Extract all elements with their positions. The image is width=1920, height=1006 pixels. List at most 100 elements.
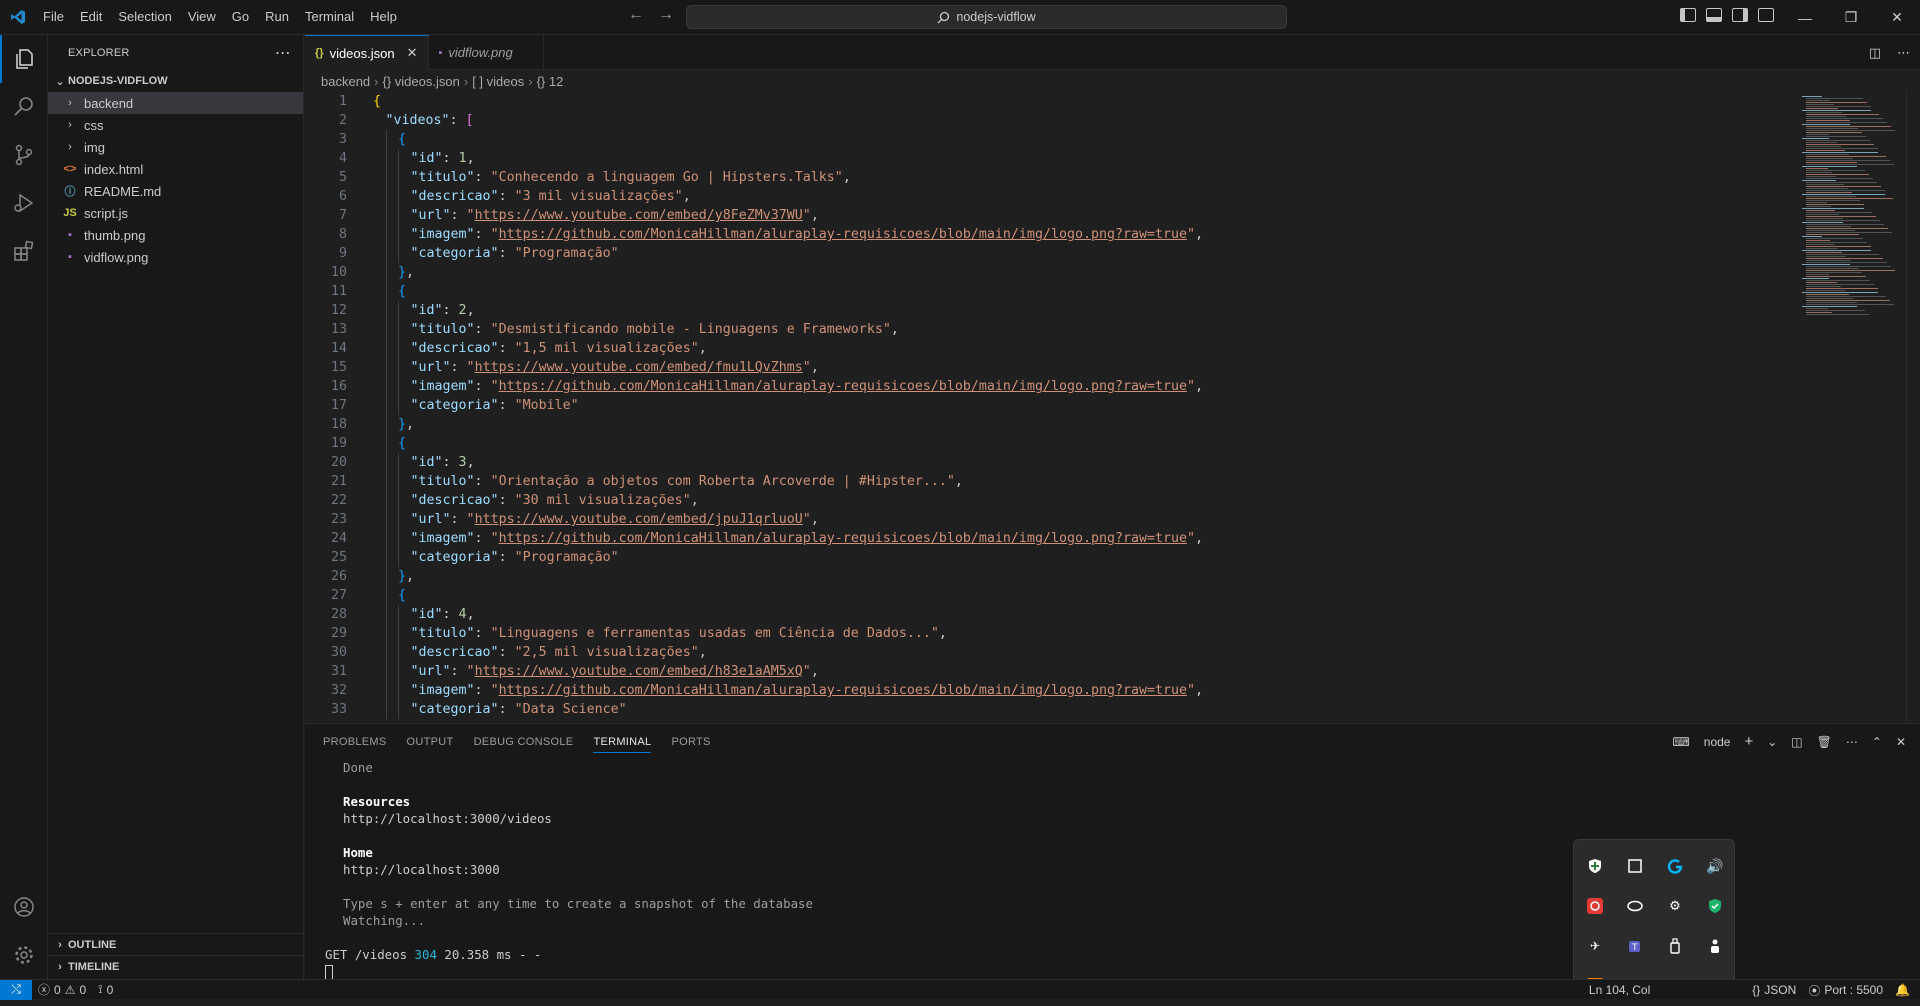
editor-scrollbar[interactable] [1906, 92, 1920, 723]
check-shield-icon[interactable] [1695, 886, 1735, 926]
breadcrumb-item[interactable]: backend [321, 74, 370, 89]
menu-selection[interactable]: Selection [110, 5, 179, 29]
minimap[interactable] [1796, 92, 1906, 372]
terminal-output[interactable]: Done Resources http://localhost:3000/vid… [325, 759, 813, 980]
menu-edit[interactable]: Edit [72, 5, 110, 29]
cloud-link-icon[interactable] [1615, 886, 1655, 926]
restore-icon[interactable]: ❐ [1828, 0, 1874, 35]
trash-icon[interactable]: 🗑 [1817, 735, 1832, 749]
tree-item-label: img [84, 139, 105, 155]
split-terminal-icon[interactable]: ◫ [1791, 735, 1802, 749]
source-control-activity-icon[interactable] [0, 131, 48, 179]
menu-run[interactable]: Run [257, 5, 297, 29]
cursor-position[interactable]: Ln 104, Col [1583, 983, 1656, 997]
command-center-search[interactable]: nodejs-vidflow [686, 5, 1287, 29]
menu-file[interactable]: File [35, 5, 72, 29]
panel-tab-output[interactable]: OUTPUT [397, 724, 464, 759]
json-link[interactable]: https://github.com/MonicaHillman/alurapl… [499, 531, 1187, 546]
tab-videos-json[interactable]: {} videos.json ✕ [305, 35, 429, 70]
file-item[interactable]: JS script.js [48, 202, 303, 224]
terminal-prompt[interactable] [325, 963, 813, 980]
json-link[interactable]: https://www.youtube.com/embed/y8FeZMv37W… [475, 208, 803, 223]
file-item[interactable]: ▪ vidflow.png [48, 246, 303, 268]
code-line: 30 "descricao": "2,5 mil visualizações", [305, 643, 1805, 662]
volume-icon[interactable]: 🔊 [1695, 846, 1735, 886]
language-mode[interactable]: {} JSON [1746, 983, 1802, 997]
toggle-panel-icon[interactable] [1706, 8, 1722, 22]
customize-layout-icon[interactable] [1758, 8, 1774, 22]
extensions-activity-icon[interactable] [0, 227, 48, 275]
more-actions-icon[interactable]: ⋯ [275, 43, 291, 63]
accounts-icon[interactable] [0, 883, 48, 931]
network-icon[interactable]: ⚙ [1655, 886, 1695, 926]
file-item[interactable]: ▪ thumb.png [48, 224, 303, 246]
split-editor-icon[interactable]: ◫ [1869, 45, 1881, 61]
json-link[interactable]: https://www.youtube.com/embed/h83e1aAM5x… [475, 664, 803, 679]
json-link[interactable]: https://github.com/MonicaHillman/alurapl… [499, 379, 1187, 394]
breadcrumb-item[interactable]: {} 12 [537, 74, 564, 89]
panel-tab-ports[interactable]: PORTS [661, 724, 720, 759]
breadcrumb-item[interactable]: [ ] videos [472, 74, 524, 89]
tab-vidflow-png[interactable]: ▪ vidflow.png [429, 35, 544, 70]
file-item[interactable]: <> index.html [48, 158, 303, 180]
folder-item[interactable]: › img [48, 136, 303, 158]
html-file-icon: <> [63, 163, 77, 175]
window-icon[interactable] [1615, 846, 1655, 886]
maximize-panel-icon[interactable]: ⌃ [1872, 735, 1882, 749]
vpn-icon[interactable]: ✈ [1575, 926, 1615, 966]
toggle-secondary-sidebar-icon[interactable] [1732, 8, 1748, 22]
menu-terminal[interactable]: Terminal [297, 5, 362, 29]
more-actions-icon[interactable]: ⋯ [1897, 45, 1910, 61]
live-server-port[interactable]: ⦿ Port : 5500 [1802, 982, 1889, 999]
json-link[interactable]: https://www.youtube.com/embed/jpuJ1qrluo… [475, 512, 803, 527]
outline-section[interactable]: › OUTLINE [48, 933, 304, 956]
teams-icon[interactable]: T [1615, 926, 1655, 966]
toggle-primary-sidebar-icon[interactable] [1680, 8, 1696, 22]
timeline-section[interactable]: › TIMELINE [48, 955, 304, 978]
breadcrumb-item[interactable]: {} videos.json [383, 74, 460, 89]
chevron-right-icon: › [58, 961, 62, 973]
code-editor[interactable]: 1{2 "videos": [3{4 "id": 1, 5 "titulo": "Con… [305, 92, 1805, 723]
folder-item[interactable]: › css [48, 114, 303, 136]
code-line: 1{ [305, 92, 1805, 111]
radio-tower-icon: ⟟ [98, 982, 103, 996]
person-icon[interactable] [1695, 926, 1735, 966]
panel-tab-problems[interactable]: PROBLEMS [313, 724, 397, 759]
chevron-right-icon: › [68, 97, 72, 109]
close-window-icon[interactable]: ✕ [1874, 0, 1920, 35]
more-actions-icon[interactable]: ⋯ [1846, 735, 1858, 749]
line-content: }, [347, 415, 414, 434]
folder-item[interactable]: › backend [48, 92, 303, 114]
security-shield-icon[interactable] [1575, 846, 1615, 886]
menu-help[interactable]: Help [362, 5, 405, 29]
close-tab-icon[interactable]: ✕ [407, 45, 418, 61]
notifications-bell-icon[interactable]: 🔔 [1889, 983, 1920, 997]
json-link[interactable]: https://www.youtube.com/embed/fmu1LQvZhm… [475, 360, 803, 375]
remote-indicator-icon[interactable]: ⤭ [0, 979, 32, 1000]
panel-tab-terminal[interactable]: TERMINAL [583, 724, 661, 759]
settings-gear-icon[interactable] [0, 931, 48, 979]
red-app-icon[interactable] [1575, 886, 1615, 926]
minimize-icon[interactable]: — [1782, 0, 1828, 35]
back-arrow-icon[interactable]: ← [628, 6, 644, 24]
terminal-name[interactable]: node [1704, 735, 1731, 749]
close-panel-icon[interactable]: ✕ [1896, 735, 1906, 749]
explorer-activity-icon[interactable] [0, 35, 48, 83]
file-item[interactable]: ⓘ README.md [48, 180, 303, 202]
json-link[interactable]: https://github.com/MonicaHillman/alurapl… [499, 683, 1187, 698]
usb-drive-icon[interactable] [1655, 926, 1695, 966]
chevron-down-icon[interactable]: ⌄ [1767, 735, 1777, 749]
code-line: 32 "imagem": "https://github.com/MonicaHi… [305, 681, 1805, 700]
new-terminal-icon[interactable]: + [1744, 733, 1753, 750]
ports-indicator[interactable]: ⟟ 0 [92, 982, 119, 997]
run-debug-activity-icon[interactable] [0, 179, 48, 227]
problems-indicator[interactable]: ⓧ 0 ⚠ 0 [32, 981, 92, 998]
panel-tab-debug-console[interactable]: DEBUG CONSOLE [464, 724, 584, 759]
menu-view[interactable]: View [180, 5, 224, 29]
menu-go[interactable]: Go [224, 5, 257, 29]
forward-arrow-icon[interactable]: → [658, 6, 674, 24]
json-link[interactable]: https://github.com/MonicaHillman/alurapl… [499, 227, 1187, 242]
search-activity-icon[interactable] [0, 83, 48, 131]
logitech-icon[interactable] [1655, 846, 1695, 886]
project-folder-header[interactable]: ⌄ NODEJS-VIDFLOW [48, 70, 303, 92]
